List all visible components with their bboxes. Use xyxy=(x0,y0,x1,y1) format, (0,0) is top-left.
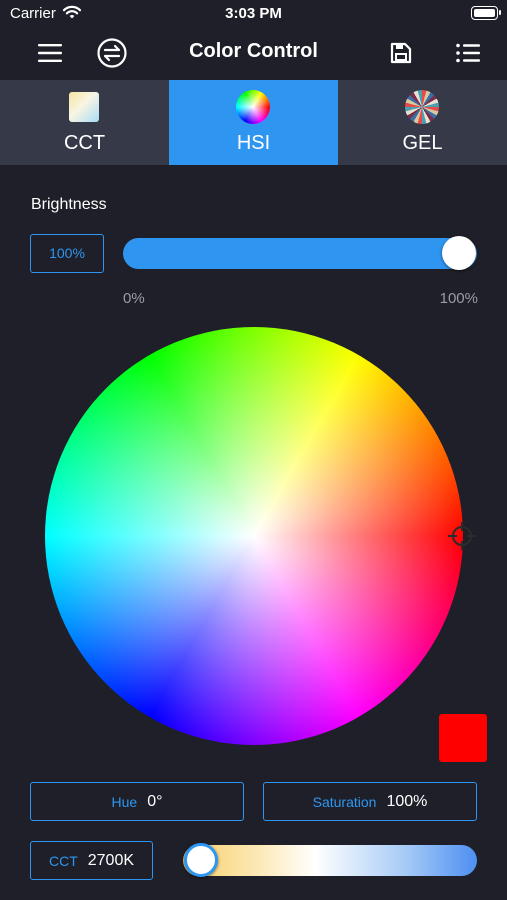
hsi-color-wheel[interactable] xyxy=(45,327,463,745)
save-button[interactable] xyxy=(384,36,418,70)
brightness-slider[interactable] xyxy=(123,238,477,269)
cct-slider-thumb[interactable] xyxy=(184,843,218,877)
battery-icon xyxy=(471,6,501,20)
status-bar: Carrier 3:03 PM xyxy=(0,0,507,28)
saturation-field[interactable]: Saturation 100% xyxy=(263,782,477,821)
brightness-label: Brightness xyxy=(31,196,107,213)
tab-label-hsi: HSI xyxy=(236,132,271,154)
selected-color-swatch xyxy=(439,714,487,762)
tab-label-cct: CCT xyxy=(63,132,106,154)
color-picker-crosshair-icon[interactable] xyxy=(448,522,476,550)
brightness-max-label: 100% xyxy=(439,290,478,307)
cct-gradient-icon xyxy=(69,92,99,122)
brightness-slider-thumb[interactable] xyxy=(442,236,476,270)
color-wheel-icon xyxy=(236,90,270,124)
hue-value: 0° xyxy=(147,792,163,810)
tab-gel[interactable]: GEL xyxy=(338,80,507,165)
tab-label-gel: GEL xyxy=(402,132,443,154)
color-wheel-saturation-overlay xyxy=(45,327,463,745)
page-title: Color Control xyxy=(189,40,318,62)
status-time: 3:03 PM xyxy=(225,5,282,22)
hue-label: Hue xyxy=(111,793,138,810)
gel-wheel-icon xyxy=(405,90,439,124)
list-button[interactable] xyxy=(451,36,485,70)
list-icon xyxy=(456,43,480,63)
navigation-bar: Color Control xyxy=(0,28,507,78)
tab-hsi[interactable]: HSI xyxy=(169,80,338,165)
cct-field[interactable]: CCT 2700K xyxy=(30,841,153,880)
mode-tabs: CCT HSI GEL xyxy=(0,80,507,165)
save-icon xyxy=(390,42,412,64)
tab-cct[interactable]: CCT xyxy=(0,80,169,165)
cct-label: CCT xyxy=(48,852,78,869)
brightness-value-field[interactable]: 100% xyxy=(30,234,104,273)
cct-slider[interactable] xyxy=(183,845,477,876)
saturation-value: 100% xyxy=(386,792,428,810)
saturation-label: Saturation xyxy=(312,793,377,810)
hue-field[interactable]: Hue 0° xyxy=(30,782,244,821)
cct-value: 2700K xyxy=(87,851,135,869)
brightness-min-label: 0% xyxy=(123,290,145,307)
